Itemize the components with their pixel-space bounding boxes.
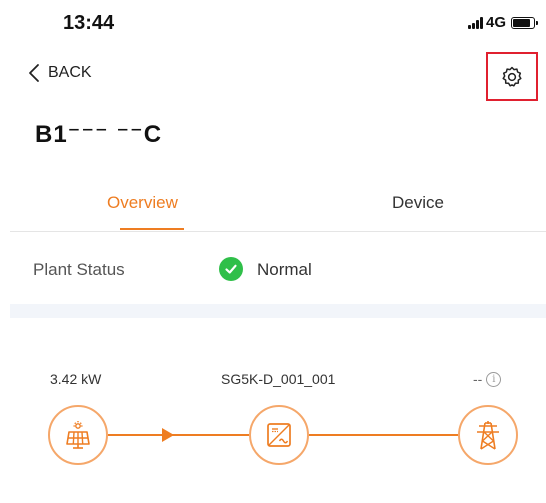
battery-icon [511, 16, 539, 29]
gear-icon [502, 66, 522, 87]
section-divider [10, 304, 546, 318]
network-type: 4G [486, 14, 507, 31]
solar-panel-icon [66, 421, 90, 449]
inverter-icon [267, 423, 291, 447]
status-network: 4G [468, 14, 539, 31]
tab-divider [10, 231, 546, 232]
flow-line-pv-inverter [108, 434, 249, 436]
tab-device[interactable]: Device [392, 193, 444, 213]
back-button[interactable]: BACK [28, 63, 92, 83]
grid-power: -- i [473, 371, 502, 387]
flow-arrow-icon [162, 428, 174, 442]
status-time: 13:44 [63, 12, 115, 34]
plant-status-label: Plant Status [33, 260, 125, 279]
inverter-node[interactable] [249, 405, 309, 465]
pv-power-value: 3.42 kW [50, 371, 102, 387]
flow-line-inverter-grid [309, 434, 458, 436]
pv-node[interactable] [48, 405, 108, 465]
back-label: BACK [48, 64, 92, 81]
chevron-left-icon [29, 64, 39, 82]
grid-power-value: -- [473, 371, 483, 387]
check-circle-icon [219, 257, 243, 281]
tab-overview[interactable]: Overview [107, 193, 178, 213]
settings-button[interactable] [486, 52, 538, 101]
info-icon[interactable]: i [486, 371, 502, 387]
power-tower-icon [477, 421, 499, 450]
tab-active-indicator [120, 228, 184, 230]
grid-node[interactable] [458, 405, 518, 465]
plant-status-value: Normal [257, 260, 312, 279]
signal-icon [468, 16, 483, 29]
inverter-name[interactable]: SG5K-D_001_001 [221, 371, 335, 387]
plant-name: B1⁻⁻⁻ ⁻⁻C [35, 121, 163, 148]
